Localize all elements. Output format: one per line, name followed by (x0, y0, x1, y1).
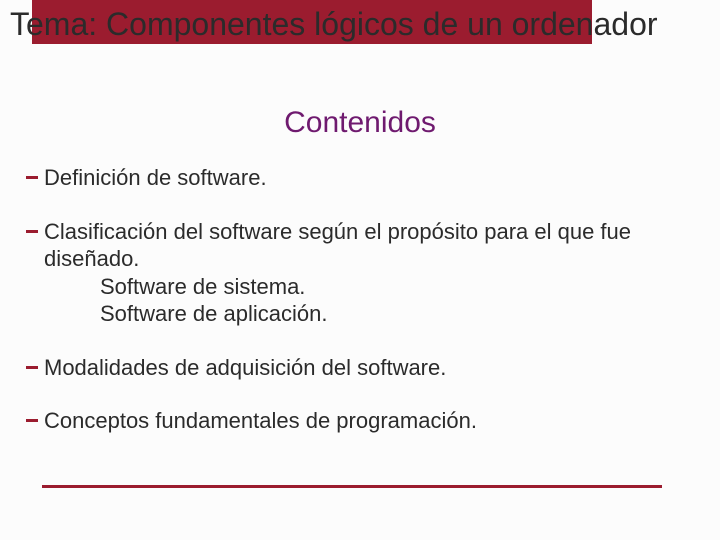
bullet-dash-icon (26, 366, 38, 369)
list-item: Clasificación del software según el prop… (14, 218, 706, 328)
content-body: Definición de software. Clasificación de… (14, 164, 706, 461)
bullet-dash-icon (26, 419, 38, 422)
list-item: Conceptos fundamentales de programación. (14, 407, 706, 435)
item-text: Modalidades de adquisición del software. (44, 355, 446, 380)
bullet-dash-icon (26, 176, 38, 179)
list-item: Modalidades de adquisición del software. (14, 354, 706, 382)
item-text: Conceptos fundamentales de programación. (44, 408, 477, 433)
bullet-dash-icon (26, 230, 38, 233)
item-text: Definición de software. (44, 165, 267, 190)
slide-subtitle: Contenidos (0, 106, 720, 140)
list-item: Definición de software. (14, 164, 706, 192)
slide-title: Tema: Componentes lógicos de un ordenado… (10, 6, 710, 43)
sub-item-text: Software de aplicación. (14, 300, 706, 328)
item-text: Clasificación del software según el prop… (44, 219, 631, 272)
divider-line (42, 485, 662, 488)
sub-item-text: Software de sistema. (14, 273, 706, 301)
